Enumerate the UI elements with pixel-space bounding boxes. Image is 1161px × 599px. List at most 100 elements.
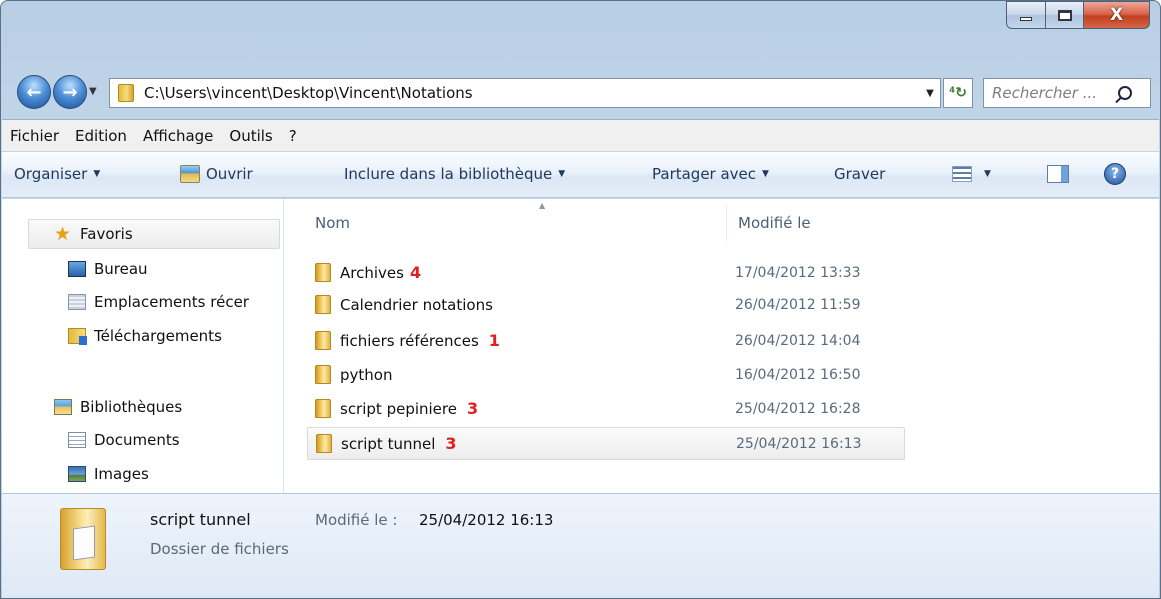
- caption-buttons: X: [1006, 1, 1150, 35]
- maximize-button[interactable]: [1046, 1, 1084, 29]
- column-divider[interactable]: [726, 205, 727, 241]
- search-icon[interactable]: [1118, 86, 1132, 100]
- desktop-icon: [68, 261, 86, 277]
- star-icon: ★: [54, 222, 72, 245]
- menu-affichage[interactable]: Affichage: [143, 127, 213, 145]
- annotation-number: 3: [466, 399, 479, 418]
- file-modified: 25/04/2012 16:13: [736, 435, 862, 452]
- explorer-window: X ← → ▼ C:\Users\vincent\Desktop\Vincent…: [0, 0, 1161, 599]
- sidebar-item-label: Téléchargements: [94, 327, 222, 345]
- folder-icon: [315, 263, 331, 282]
- help-icon: ?: [1104, 163, 1126, 185]
- forward-button[interactable]: →: [53, 75, 87, 109]
- address-dropdown-icon[interactable]: ▼: [920, 88, 940, 99]
- address-bar[interactable]: C:\Users\vincent\Desktop\Vincent\Notatio…: [109, 78, 941, 108]
- file-modified: 25/04/2012 16:28: [735, 400, 861, 417]
- sidebar-item-label: Bureau: [94, 260, 148, 278]
- menu-fichier[interactable]: Fichier: [10, 127, 59, 145]
- file-row[interactable]: Calendrier notations 26/04/2012 11:59: [307, 288, 905, 321]
- sort-ascending-icon: ▲: [539, 201, 546, 210]
- refresh-icon: ⁴↻: [949, 85, 967, 101]
- preview-pane-button[interactable]: [1047, 165, 1069, 183]
- file-row[interactable]: script pepiniere 3 25/04/2012 16:28: [307, 392, 905, 425]
- address-path[interactable]: C:\Users\vincent\Desktop\Vincent\Notatio…: [144, 84, 920, 102]
- menu-outils[interactable]: Outils: [229, 127, 272, 145]
- documents-icon: [68, 432, 86, 448]
- navigation-bar: ← → ▼ C:\Users\vincent\Desktop\Vincent\N…: [1, 71, 1160, 111]
- sidebar-item-recent-places[interactable]: Emplacements récer: [68, 287, 282, 317]
- file-modified: 17/04/2012 13:33: [735, 264, 861, 281]
- chevron-down-icon: ▼: [93, 169, 101, 179]
- search-box[interactable]: [983, 78, 1151, 108]
- minimize-icon: [1020, 17, 1032, 21]
- sidebar-item-label: Favoris: [80, 225, 133, 243]
- ouvrir-button[interactable]: Ouvrir: [180, 165, 253, 183]
- file-modified: 16/04/2012 16:50: [735, 366, 861, 383]
- file-row[interactable]: Archives 4 17/04/2012 13:33: [307, 256, 905, 289]
- file-row-selected[interactable]: script tunnel 3 25/04/2012 16:13: [307, 427, 905, 460]
- view-options-button[interactable]: ▼: [952, 166, 991, 182]
- chevron-down-icon: ▼: [762, 169, 769, 179]
- history-dropdown-icon[interactable]: ▼: [89, 86, 97, 97]
- view-details-icon: [952, 166, 972, 182]
- file-name: python: [340, 365, 393, 384]
- file-modified: 26/04/2012 11:59: [735, 296, 861, 313]
- folder-icon: [315, 295, 331, 314]
- menu-edition[interactable]: Edition: [75, 127, 127, 145]
- sidebar-item-bureau[interactable]: Bureau: [68, 254, 282, 284]
- close-icon: X: [1109, 5, 1124, 25]
- sidebar-item-label: Bibliothèques: [80, 398, 183, 416]
- include-library-button[interactable]: Inclure dans la bibliothèque ▼: [344, 165, 565, 183]
- sidebar-item-label: Documents: [94, 431, 180, 449]
- ouvrir-label: Ouvrir: [206, 165, 253, 183]
- file-name: Calendrier notations: [340, 295, 493, 314]
- sidebar-item-downloads[interactable]: Téléchargements: [68, 321, 282, 351]
- command-bar: Organiser ▼ Ouvrir Inclure dans la biblio…: [2, 152, 1159, 198]
- folder-icon: [315, 399, 331, 418]
- file-list: Nom ▲ Modifié le Archives 4 17/04/2012 1…: [285, 199, 1159, 493]
- share-with-label: Partager avec: [652, 165, 757, 183]
- help-button[interactable]: ?: [1104, 163, 1126, 185]
- details-modified-value: 25/04/2012 16:13: [419, 511, 554, 529]
- back-arrow-icon: ←: [26, 81, 42, 103]
- forward-arrow-icon: →: [62, 81, 78, 103]
- sidebar-item-bibliotheques[interactable]: Bibliothèques: [54, 392, 306, 422]
- close-button[interactable]: X: [1084, 1, 1150, 29]
- preview-pane-icon: [1047, 165, 1069, 183]
- folder-icon: [315, 331, 331, 350]
- file-name: script tunnel: [341, 434, 436, 453]
- sidebar-item-documents[interactable]: Documents: [68, 425, 282, 455]
- search-input[interactable]: [992, 84, 1112, 102]
- column-header-modified[interactable]: Modifié le: [738, 214, 811, 232]
- details-modified-label: Modifié le :: [315, 511, 398, 529]
- organiser-label: Organiser: [14, 165, 88, 183]
- libraries-icon: [54, 399, 72, 415]
- menu-help[interactable]: ?: [289, 127, 297, 145]
- file-name: script pepiniere: [340, 399, 457, 418]
- sidebar-item-favoris[interactable]: ★ Favoris: [28, 219, 280, 249]
- file-row[interactable]: python 16/04/2012 16:50: [307, 358, 905, 391]
- organiser-button[interactable]: Organiser ▼: [14, 165, 100, 183]
- main-body: ★ Favoris Bureau Emplacements récer Télé…: [2, 199, 1159, 493]
- back-button[interactable]: ←: [17, 75, 51, 109]
- pictures-icon: [68, 466, 86, 482]
- column-header-name[interactable]: Nom: [315, 214, 350, 232]
- minimize-button[interactable]: [1006, 1, 1046, 29]
- annotation-number: 1: [488, 331, 500, 350]
- sidebar-item-label: Emplacements récer: [94, 293, 249, 311]
- refresh-button[interactable]: ⁴↻: [943, 78, 973, 108]
- burn-button[interactable]: Graver: [834, 165, 885, 183]
- share-with-button[interactable]: Partager avec ▼: [652, 165, 769, 183]
- details-item-name: script tunnel: [150, 510, 251, 529]
- open-folder-icon: [180, 165, 200, 183]
- file-name: fichiers références: [340, 331, 479, 350]
- file-row[interactable]: fichiers références 1 26/04/2012 14:04: [307, 324, 905, 357]
- details-pane: script tunnel Dossier de fichiers Modifi…: [2, 493, 1159, 598]
- annotation-number: 3: [445, 434, 457, 453]
- folder-icon: [118, 84, 134, 102]
- maximize-icon: [1057, 9, 1072, 21]
- menu-bar: Fichier Edition Affichage Outils ?: [2, 119, 1159, 151]
- sidebar-item-images[interactable]: Images: [68, 459, 282, 489]
- burn-label: Graver: [834, 165, 886, 183]
- include-library-label: Inclure dans la bibliothèque: [344, 165, 553, 183]
